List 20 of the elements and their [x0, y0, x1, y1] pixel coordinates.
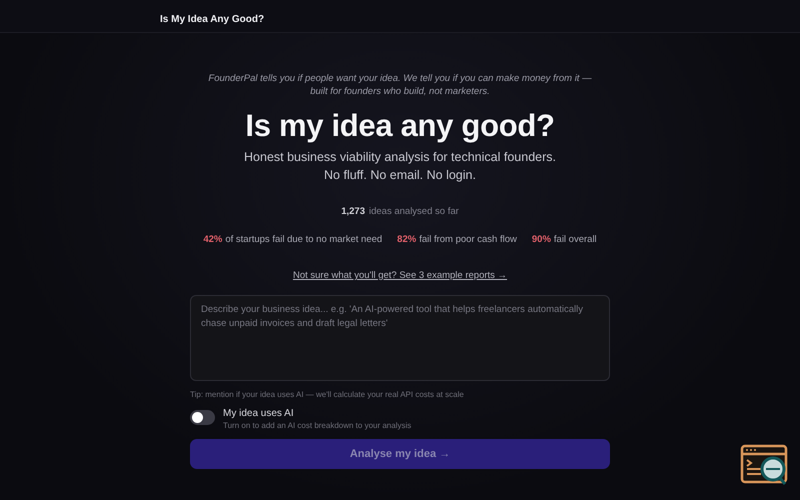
idea-count: 1,273 [341, 206, 365, 217]
toggle-hint: Turn on to add an AI cost breakdown to your analysis [223, 421, 412, 430]
site-title[interactable]: Is My Idea Any Good? [160, 14, 264, 25]
subheadline: Honest business viability analysis for technical founders. [244, 150, 556, 165]
stat-figure: 42% [203, 234, 222, 245]
count-label: ideas analysed so far [369, 206, 459, 217]
example-reports-link[interactable]: Not sure what you'll get? See 3 example reports → [292, 270, 508, 281]
stat-label: fail from poor cash flow [419, 234, 517, 245]
headline: Is my idea any good? [245, 108, 555, 144]
subheadline: No fluff. No email. No login. [324, 168, 476, 183]
idea-input-field[interactable]: Describe your business idea... e.g. 'An AI-powered tool that helps freelancers automatically chase unpaid invoices and draft legal letters' [190, 295, 610, 381]
stat-label: fail overall [554, 234, 597, 245]
tip-text: Tip: mention if your idea uses AI — we'll calculate your real API costs at scale [190, 390, 464, 399]
stat-figure: 90% [532, 234, 551, 245]
toggle-switch[interactable] [190, 410, 215, 425]
toggle-label: My idea uses AI [223, 408, 295, 419]
browser-search-icon[interactable] [740, 444, 790, 488]
stat-label: of startups fail due to no market need [225, 234, 382, 245]
stat-figure: 82% [397, 234, 416, 245]
tagline: FounderPal tells you if people want your idea. We tell you if you can make money from it — built for founders who build, not marketers. [207, 72, 593, 98]
